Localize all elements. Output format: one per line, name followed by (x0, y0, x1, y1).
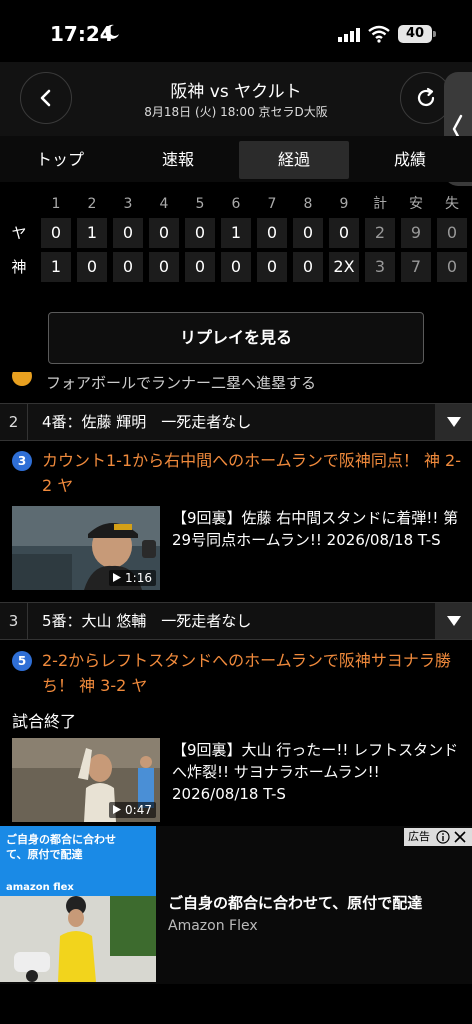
ad-image-brand: amazon flex (6, 882, 74, 893)
ad-image-headline: ご自身の都合に合わせて、原付で配達 (6, 833, 116, 861)
play-number-badge: 3 (12, 451, 32, 471)
info-icon[interactable] (436, 830, 450, 844)
refresh-icon (417, 87, 435, 107)
play-description: 2-2からレフトスタンドへのホームランで阪神サヨナラ勝ち！ 神 3-2 ヤ (42, 651, 451, 695)
errors-header: 失 (445, 196, 459, 212)
game-header: 阪神 vs ヤクルト 8月18日 (火) 18:00 京セラD大阪 (0, 62, 472, 136)
tab-stats[interactable]: 成績 (360, 141, 460, 179)
hits-cell: 7 (401, 252, 431, 282)
expand-button[interactable] (435, 603, 472, 639)
batter-header[interactable]: 3 5番：大山 悠輔 一死走者なし (0, 602, 472, 640)
ad-tag-text: 広告 (408, 830, 430, 843)
score-cell: 0 (293, 218, 323, 248)
play-entry-partial: フォアボールでランナー二塁へ進塁する (12, 370, 472, 392)
video-title[interactable]: 【9回裏】佐藤 右中間スタンドに着弾!! 第29号同点ホームラン!! 2026/… (172, 507, 464, 551)
score-cell: 0 (293, 252, 323, 282)
play-number-badge: 5 (12, 651, 32, 671)
inning-header: 9 (339, 196, 349, 212)
batter-label: 5番：大山 悠輔 一死走者なし (42, 612, 252, 630)
score-cell: 0 (149, 218, 179, 248)
total-cell: 2 (365, 218, 395, 248)
inning-header: 8 (303, 196, 313, 212)
team-label-away: ヤ (11, 224, 27, 242)
score-cell: 0 (41, 218, 71, 248)
score-cell: 0 (257, 252, 287, 282)
ad-banner[interactable]: ご自身の都合に合わせて、原付で配達 amazon flex 広告 ご自身の都合に… (0, 826, 472, 984)
video-duration: 0:47 (109, 802, 156, 818)
inning-header: 2 (87, 196, 97, 212)
expand-button[interactable] (435, 404, 472, 440)
inning-header: 5 (195, 196, 205, 212)
score-cell: 0 (185, 252, 215, 282)
hits-header: 安 (409, 196, 423, 212)
errors-cell: 0 (437, 218, 467, 248)
video-title[interactable]: 【9回裏】大山 行ったー!! レフトスタンドへ炸裂!! サヨナラホームラン!! … (172, 739, 464, 805)
triangle-down-icon (446, 417, 461, 427)
ad-label: 広告 (404, 828, 472, 846)
moon-icon (105, 24, 119, 39)
status-bar: 17:24 40 (0, 0, 472, 62)
score-cell: 0 (185, 218, 215, 248)
total-cell: 3 (365, 252, 395, 282)
score-cell: 1 (77, 218, 107, 248)
score-cell: 0 (257, 218, 287, 248)
play-icon (113, 805, 122, 814)
play-description: カウント1-1から右中間へのホームランで阪神同点！ 神 2-2 ヤ (42, 451, 461, 495)
score-cell: 0 (113, 252, 143, 282)
score-cell: 0 (329, 218, 359, 248)
video-thumbnail[interactable]: 0:47 (12, 738, 160, 822)
total-header: 計 (373, 196, 387, 212)
close-icon[interactable] (454, 831, 466, 843)
game-end-label: 試合終了 (12, 712, 77, 731)
tab-top[interactable]: トップ (10, 141, 110, 179)
video-duration: 1:16 (109, 570, 156, 586)
replay-button[interactable]: リプレイを見る (48, 312, 424, 364)
ad-image[interactable]: ご自身の都合に合わせて、原付で配達 amazon flex (0, 826, 156, 982)
courier-illustration (0, 896, 156, 982)
score-cell: 0 (77, 252, 107, 282)
inning-header: 1 (51, 196, 61, 212)
tab-bar: トップ 速報 経過 成績 (0, 136, 472, 182)
battery-nub (433, 31, 436, 37)
ad-title[interactable]: ご自身の都合に合わせて、原付で配達 (168, 892, 422, 913)
battery-indicator: 40 (398, 25, 432, 43)
score-cell: 0 (221, 252, 251, 282)
batter-header[interactable]: 2 4番：佐藤 輝明 一死走者なし (0, 403, 472, 441)
score-cell: 1 (41, 252, 71, 282)
duration-text: 1:16 (125, 571, 152, 585)
inning-header: 7 (267, 196, 277, 212)
triangle-down-icon (446, 616, 461, 626)
inning-header: 4 (159, 196, 169, 212)
score-cell: 2X (329, 252, 359, 282)
play-icon (113, 573, 122, 582)
video-thumbnail[interactable]: 1:16 (12, 506, 160, 590)
play-text-partial: フォアボールでランナー二塁へ進塁する (46, 374, 317, 392)
tab-live[interactable]: 速報 (128, 141, 228, 179)
inning-header: 6 (231, 196, 241, 212)
team-label-home: 神 (11, 258, 27, 276)
signal-icon (338, 28, 360, 42)
batter-index: 2 (0, 404, 28, 440)
ad-sponsor: Amazon Flex (168, 918, 258, 934)
duration-text: 0:47 (125, 803, 152, 817)
play-number-icon (12, 372, 32, 386)
score-cell: 0 (149, 252, 179, 282)
hits-cell: 9 (401, 218, 431, 248)
score-cell: 1 (221, 218, 251, 248)
batter-index: 3 (0, 603, 28, 639)
tab-progress[interactable]: 経過 (239, 141, 349, 179)
batter-label: 4番：佐藤 輝明 一死走者なし (42, 413, 252, 431)
wifi-icon (368, 25, 390, 43)
score-cell: 0 (113, 218, 143, 248)
errors-cell: 0 (437, 252, 467, 282)
inning-header: 3 (123, 196, 133, 212)
